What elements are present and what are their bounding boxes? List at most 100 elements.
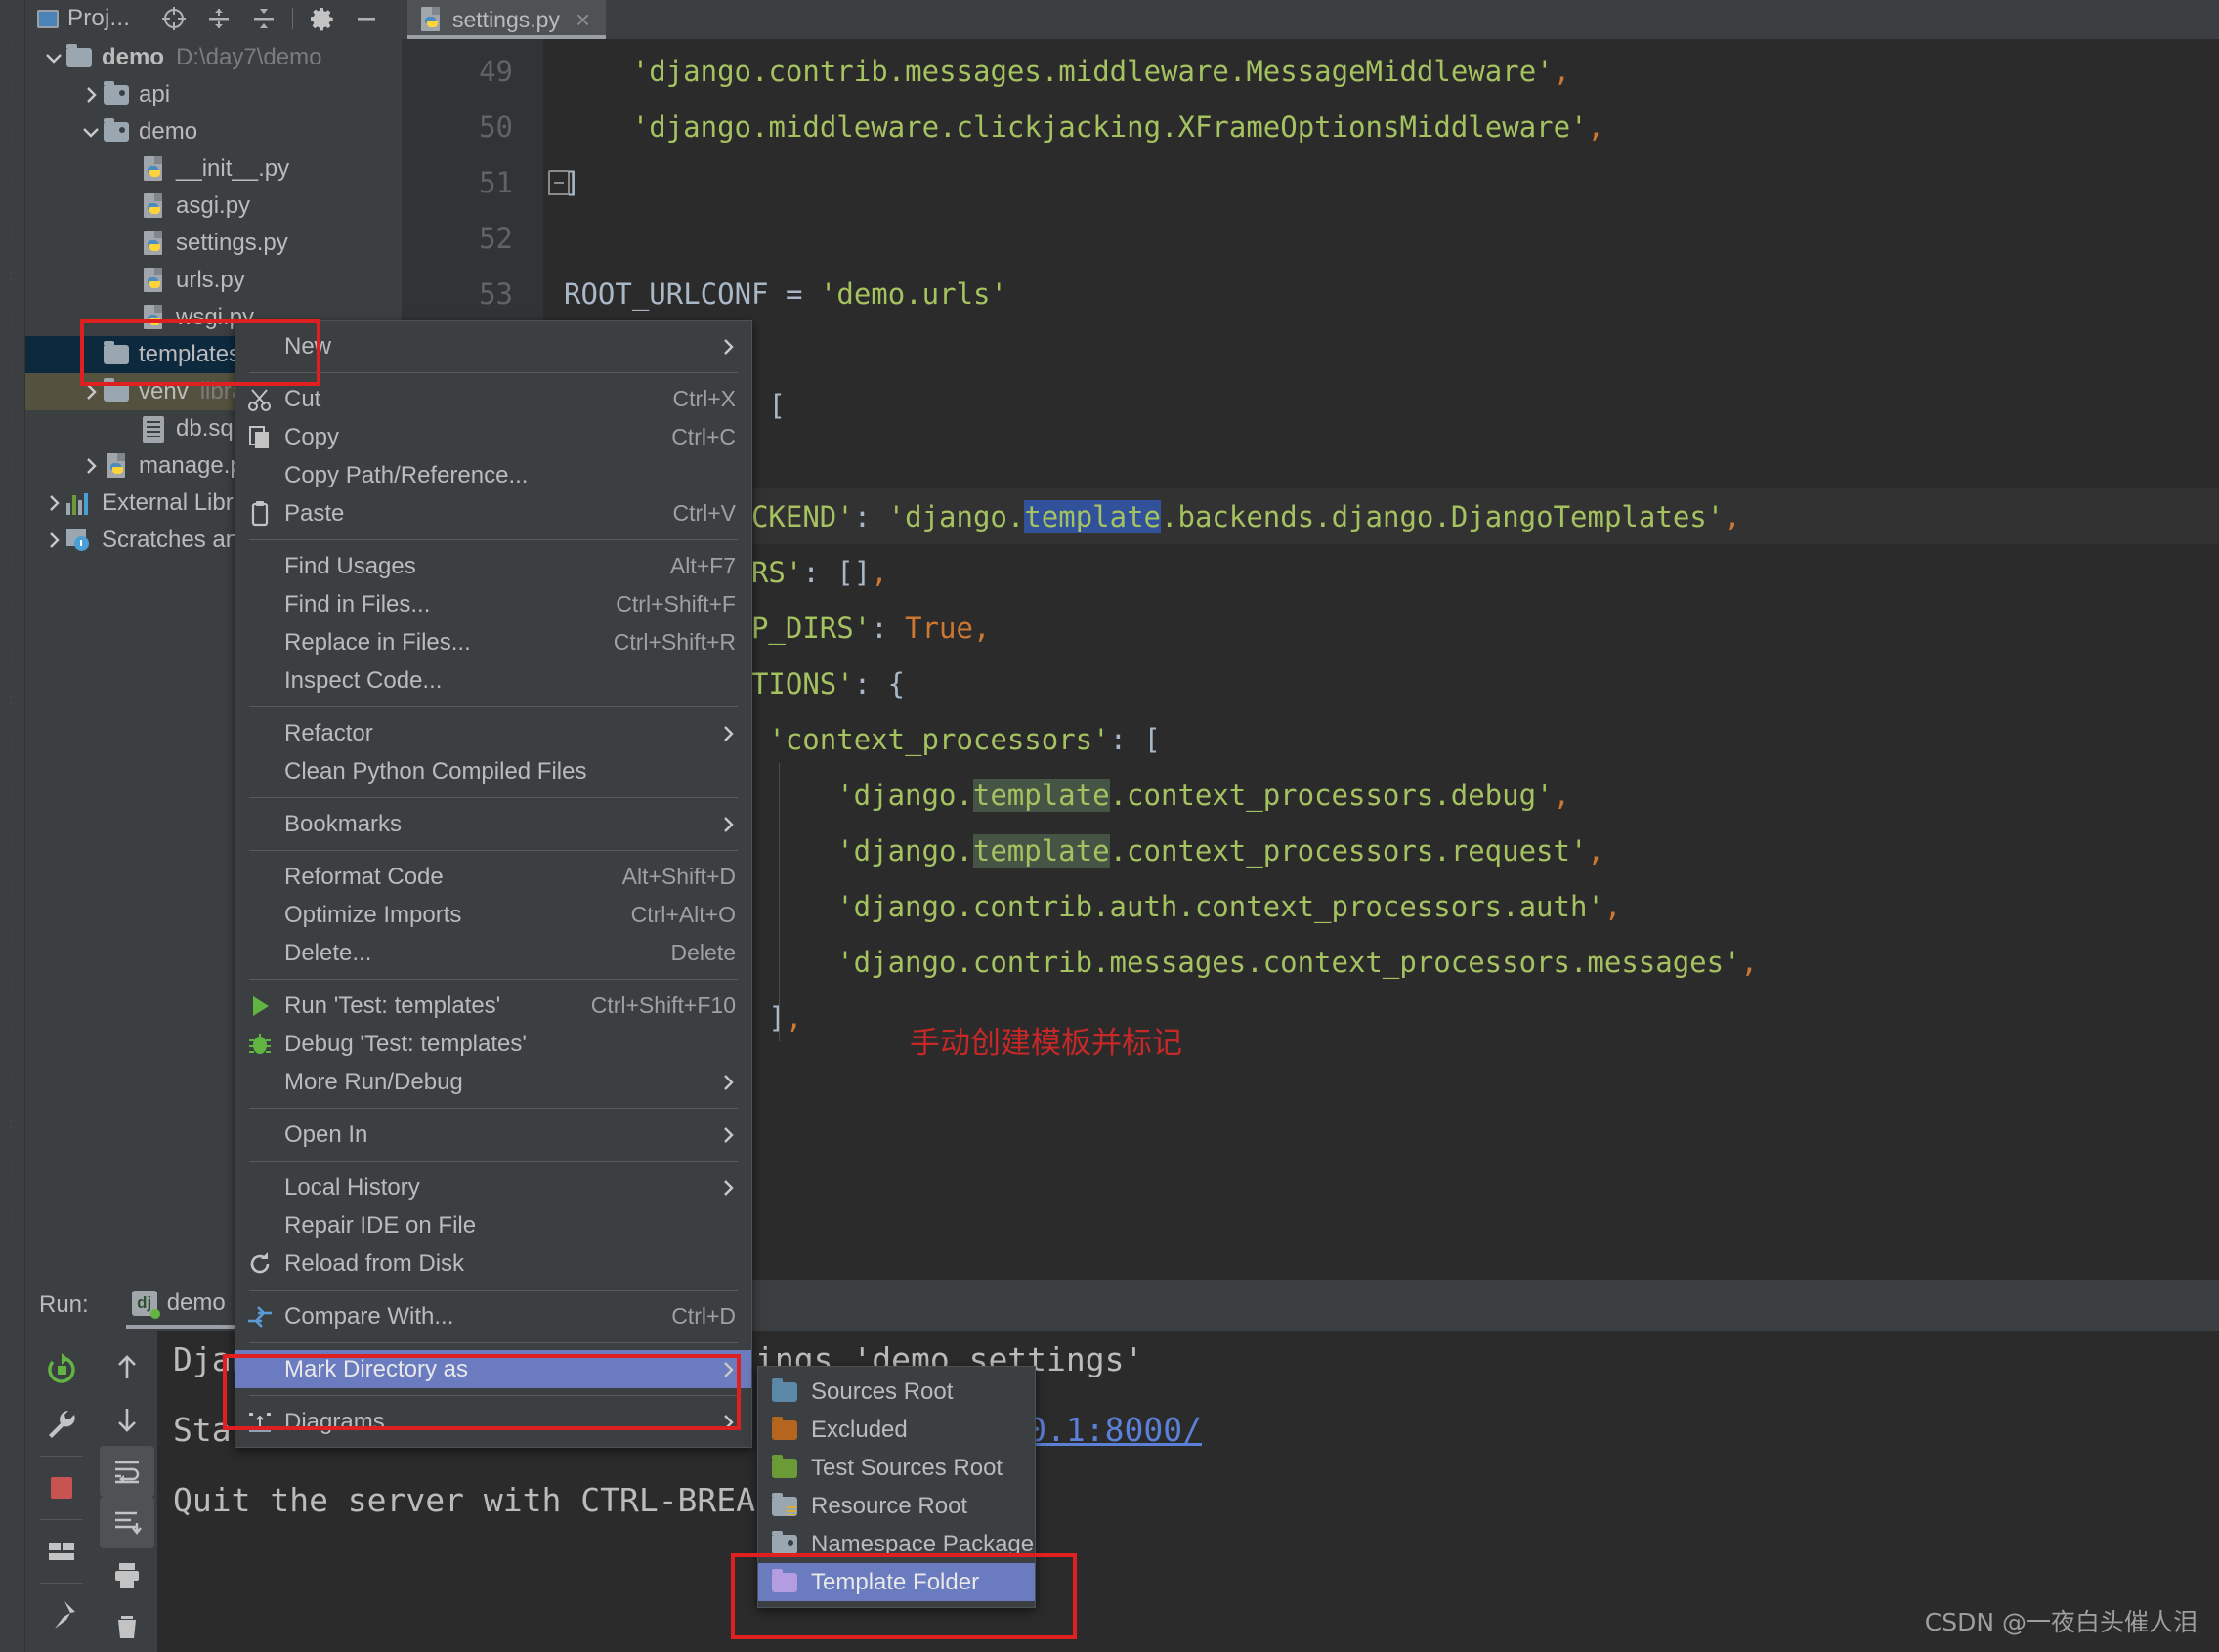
menu-item-shortcut: Ctrl+D — [671, 1303, 751, 1330]
tree-item-settings-py[interactable]: settings.py — [25, 225, 402, 262]
menu-item-find-usages[interactable]: Find UsagesAlt+F7 — [235, 547, 751, 585]
menu-item-cut[interactable]: CutCtrl+X — [235, 380, 751, 418]
collapse-all-icon[interactable] — [241, 2, 286, 35]
toolbar-divider — [40, 1583, 83, 1584]
tree-item-demo[interactable]: demoD:\day7\demo — [25, 39, 402, 76]
close-icon[interactable]: × — [576, 5, 590, 35]
code-line: 53ROOT_URLCONF = 'demo.urls' — [402, 266, 2219, 321]
folder-green-icon — [758, 1459, 811, 1478]
tree-spacer — [117, 158, 139, 180]
stop-icon[interactable] — [34, 1461, 89, 1515]
chevron-right-icon — [43, 492, 64, 514]
menu-item-repair-ide-on-file[interactable]: Repair IDE on File — [235, 1207, 751, 1245]
menu-separator — [249, 1161, 738, 1162]
menu-item-diagrams[interactable]: Diagrams — [235, 1403, 751, 1441]
project-panel-title[interactable]: Proj... — [37, 5, 130, 32]
menu-item-optimize-imports[interactable]: Optimize ImportsCtrl+Alt+O — [235, 896, 751, 934]
menu-item-refactor[interactable]: Refactor — [235, 714, 751, 752]
code-token: , — [1587, 834, 1603, 868]
menu-item-local-history[interactable]: Local History — [235, 1168, 751, 1207]
locate-icon[interactable] — [151, 2, 196, 35]
menu-item-compare-with---[interactable]: Compare With...Ctrl+D — [235, 1297, 751, 1335]
menu-item-open-in[interactable]: Open In — [235, 1116, 751, 1154]
code-token: ROOT_URLCONF — [564, 277, 769, 311]
code-token: template — [973, 779, 1110, 812]
tree-item-urls-py[interactable]: urls.py — [25, 262, 402, 299]
submenu-item-sources-root[interactable]: Sources Root — [758, 1373, 1035, 1411]
menu-item-label: Local History — [284, 1174, 751, 1202]
line-text: ] — [527, 166, 580, 199]
line-number: 49 — [402, 55, 527, 88]
menu-item-run--test--templates-[interactable]: Run 'Test: templates'Ctrl+Shift+F10 — [235, 987, 751, 1025]
menu-item-find-in-files---[interactable]: Find in Files...Ctrl+Shift+F — [235, 585, 751, 623]
copy-icon — [235, 424, 284, 451]
menu-item-shortcut: Ctrl+Shift+F — [616, 591, 751, 617]
submenu-item-test-sources-root[interactable]: Test Sources Root — [758, 1449, 1035, 1487]
chevron-right-icon — [718, 1360, 738, 1379]
soft-wrap-icon[interactable] — [100, 1446, 154, 1498]
tab-settings-py[interactable]: settings.py × — [407, 0, 606, 39]
gear-icon[interactable] — [299, 2, 344, 35]
rerun-icon[interactable] — [34, 1342, 89, 1397]
folder-orange-icon — [758, 1420, 811, 1440]
tree-item---init---py[interactable]: __init__.py — [25, 150, 402, 188]
menu-item-shortcut: Ctrl+Shift+R — [614, 629, 751, 656]
menu-item-mark-directory-as[interactable]: Mark Directory as — [235, 1350, 751, 1388]
menu-item-replace-in-files---[interactable]: Replace in Files...Ctrl+Shift+R — [235, 623, 751, 661]
up-arrow-icon[interactable] — [100, 1342, 154, 1394]
menu-separator — [249, 1395, 738, 1396]
menu-item-bookmarks[interactable]: Bookmarks — [235, 805, 751, 843]
minimize-icon[interactable] — [344, 2, 389, 35]
menu-item-copy[interactable]: CopyCtrl+C — [235, 418, 751, 456]
scroll-to-end-icon[interactable] — [100, 1497, 154, 1548]
reload-icon — [235, 1250, 284, 1278]
menu-item-reload-from-disk[interactable]: Reload from Disk — [235, 1245, 751, 1283]
menu-item-reformat-code[interactable]: Reformat CodeAlt+Shift+D — [235, 858, 751, 896]
chevron-right-icon — [718, 1125, 738, 1145]
code-token: 'django.contrib.auth.context_processors.… — [836, 890, 1604, 923]
submenu-item-namespace-package[interactable]: Namespace Package — [758, 1525, 1035, 1563]
tree-item-label: settings.py — [176, 230, 288, 257]
code-token: 'django.contrib.messages.context_process… — [836, 946, 1740, 979]
code-token: , — [1724, 500, 1740, 533]
menu-item-shortcut: Ctrl+C — [671, 424, 751, 450]
expand-all-icon[interactable] — [196, 2, 241, 35]
trash-icon[interactable] — [100, 1600, 154, 1652]
print-icon[interactable] — [100, 1548, 154, 1600]
code-token: , — [973, 612, 990, 645]
toolbar-divider — [292, 8, 293, 29]
menu-item-shortcut: Alt+Shift+D — [622, 864, 751, 890]
menu-item-more-run-debug[interactable]: More Run/Debug — [235, 1063, 751, 1101]
layout-icon[interactable] — [34, 1524, 89, 1579]
tree-item-asgi-py[interactable]: asgi.py — [25, 188, 402, 225]
menu-item-debug--test--templates-[interactable]: Debug 'Test: templates' — [235, 1025, 751, 1063]
tree-item-api[interactable]: api — [25, 76, 402, 113]
submenu-item-excluded[interactable]: Excluded — [758, 1411, 1035, 1449]
submenu-item-template-folder[interactable]: Template Folder — [758, 1563, 1035, 1601]
submenu-item-resource-root[interactable]: Resource Root — [758, 1487, 1035, 1525]
run-tab-label: demo — [167, 1290, 226, 1317]
clipboard-icon — [235, 500, 284, 528]
menu-item-shortcut: Ctrl+X — [672, 386, 751, 412]
menu-item-clean-python-compiled-files[interactable]: Clean Python Compiled Files — [235, 752, 751, 790]
folder-gray-icon — [102, 342, 131, 367]
menu-item-inspect-code---[interactable]: Inspect Code... — [235, 661, 751, 699]
run-tab-demo[interactable]: dj demo × — [132, 1290, 249, 1321]
menu-item-paste[interactable]: PasteCtrl+V — [235, 494, 751, 532]
mark-directory-as-submenu: Sources RootExcludedTest Sources RootRes… — [757, 1366, 1036, 1608]
pin-icon[interactable] — [34, 1588, 89, 1642]
tree-item-demo[interactable]: demo — [25, 113, 402, 150]
menu-item-copy-path-reference---[interactable]: Copy Path/Reference... — [235, 456, 751, 494]
menu-item-label: Run 'Test: templates' — [284, 993, 591, 1020]
menu-item-shortcut: Ctrl+Alt+O — [631, 902, 751, 928]
menu-item-delete---[interactable]: Delete...Delete — [235, 934, 751, 972]
code-token: , — [1741, 946, 1758, 979]
down-arrow-icon[interactable] — [100, 1394, 154, 1446]
settings-wrench-icon[interactable] — [34, 1397, 89, 1452]
chevron-right-icon — [718, 1413, 738, 1432]
scratches-icon-icon — [64, 528, 94, 553]
line-number: 53 — [402, 277, 527, 311]
menu-item-new[interactable]: New — [235, 327, 751, 365]
code-token: , — [1588, 110, 1604, 144]
chevron-right-icon — [718, 337, 738, 357]
